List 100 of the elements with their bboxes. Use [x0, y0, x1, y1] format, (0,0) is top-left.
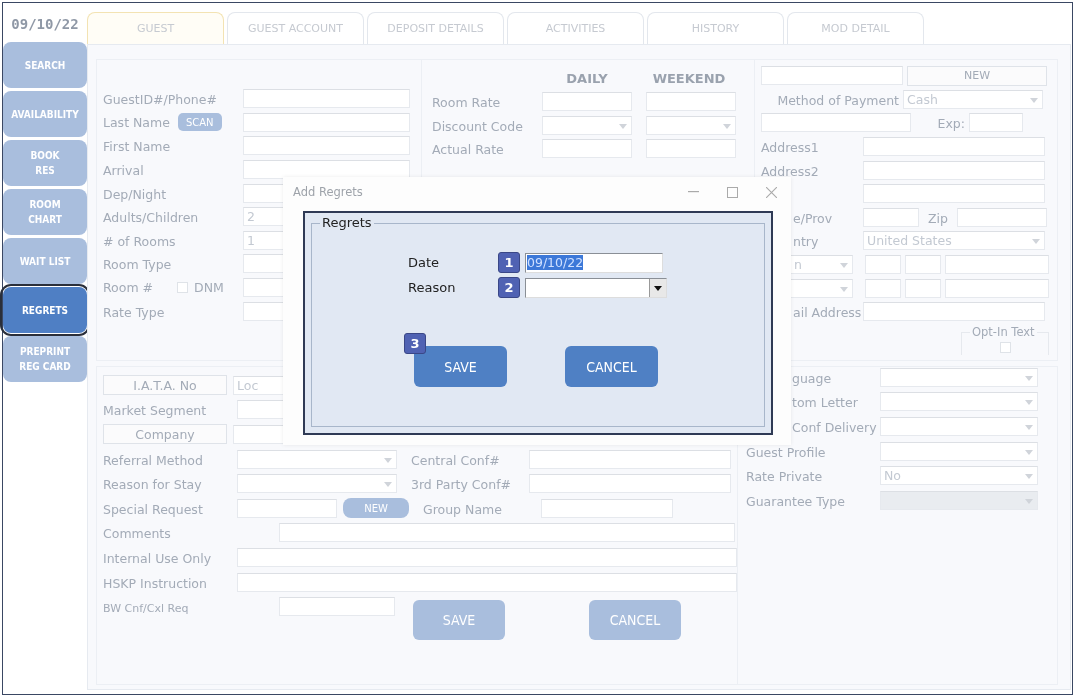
caret-icon	[619, 123, 627, 129]
field-label: Rate Private	[746, 469, 823, 485]
text-field[interactable]	[542, 92, 632, 112]
caret-icon	[840, 286, 848, 292]
sidebar-button[interactable]: AVAILABILITY	[3, 91, 87, 137]
field-label: Room Type	[103, 257, 172, 273]
text-field[interactable]	[863, 137, 1045, 157]
tab[interactable]: MOD DETAIL	[787, 12, 924, 44]
tab[interactable]: HISTORY	[647, 12, 784, 44]
field-label: Discount Code	[432, 118, 523, 134]
dropdown[interactable]: Cash	[903, 89, 1043, 109]
company-button[interactable]: Company	[103, 424, 227, 445]
text-field[interactable]	[865, 255, 901, 275]
text-field[interactable]	[243, 112, 410, 132]
field-label: Referral Method	[103, 452, 203, 468]
field-label: BW Cnf/Cxl Req	[103, 602, 189, 616]
field-label: Guarantee Type	[746, 493, 845, 509]
cancel-button[interactable]: CANCEL	[565, 346, 658, 387]
text-field[interactable]	[945, 255, 1049, 275]
new-button[interactable]: NEW	[907, 65, 1047, 86]
tab[interactable]: ACTIVITIES	[507, 12, 644, 44]
text-field[interactable]	[237, 547, 737, 567]
caret-icon	[384, 457, 392, 463]
text-field[interactable]	[646, 139, 736, 159]
field-label: Dep/Night	[103, 186, 167, 202]
field-label: 3rd Party Conf#	[411, 477, 511, 493]
field-label: ntry	[792, 234, 819, 250]
text-field[interactable]	[905, 278, 941, 298]
text-field[interactable]	[863, 184, 1045, 204]
sidebar-button[interactable]: BOOK RES	[3, 140, 87, 186]
field-label: Reason	[408, 280, 457, 295]
field-label: Arrival	[103, 163, 144, 179]
column-header: DAILY	[565, 70, 609, 86]
cancel-button[interactable]: CANCEL	[589, 599, 681, 640]
save-button[interactable]: SAVE	[413, 599, 505, 640]
text-field[interactable]	[237, 498, 337, 518]
field-label: Room #	[103, 280, 154, 296]
minimize-icon[interactable]	[688, 191, 699, 193]
text-field[interactable]	[863, 207, 919, 227]
field-label: Internal Use Only	[103, 550, 212, 566]
close-icon[interactable]	[766, 186, 777, 198]
text-field[interactable]	[542, 139, 632, 159]
sidebar-button[interactable]: WAIT LIST	[3, 238, 87, 284]
text-field[interactable]	[863, 302, 1045, 322]
text-field[interactable]	[279, 597, 395, 617]
field-label: Zip	[928, 210, 948, 226]
step-badge: 1	[498, 252, 520, 273]
caret-icon	[1025, 375, 1033, 381]
dropdown[interactable]: United States	[863, 231, 1045, 251]
field-label: tom Letter	[791, 395, 858, 411]
text-field[interactable]	[529, 449, 731, 469]
iata-button[interactable]: I.A.T.A. No	[103, 375, 227, 396]
sidebar-button[interactable]: SEARCH	[3, 42, 87, 88]
text-field[interactable]	[761, 66, 903, 86]
text-field[interactable]	[646, 92, 736, 112]
text-field[interactable]	[969, 113, 1023, 133]
field-label: Method of Payment	[777, 92, 899, 108]
checkbox[interactable]	[177, 282, 189, 294]
maximize-icon[interactable]	[727, 186, 738, 198]
field-label: Room Rate	[432, 95, 501, 111]
text-field[interactable]	[865, 278, 901, 298]
field-label: Special Request	[103, 501, 203, 517]
text-field[interactable]	[243, 89, 410, 109]
tab[interactable]: GUEST	[87, 12, 224, 44]
field-label: Guest Profile	[746, 444, 826, 460]
dropdown[interactable]: No	[880, 466, 1038, 486]
text-field[interactable]	[237, 572, 737, 592]
text-field[interactable]	[243, 160, 410, 180]
caret-icon	[1025, 425, 1033, 430]
text-field[interactable]	[863, 160, 1045, 180]
checkbox[interactable]	[999, 341, 1011, 353]
text-field[interactable]	[957, 207, 1047, 227]
field-label: e/Prov	[792, 210, 833, 226]
field-label: Date	[408, 255, 441, 270]
caret-icon	[1030, 97, 1038, 103]
field-label: Rate Type	[103, 304, 165, 320]
caret-icon	[840, 263, 848, 269]
sidebar-button[interactable]: ROOM CHART	[3, 189, 87, 235]
caret-icon	[1025, 498, 1033, 504]
date-field[interactable]: 09/10/22	[525, 252, 663, 273]
step-badge: 3	[404, 333, 426, 354]
field-label: Address1	[761, 140, 819, 156]
text-field[interactable]	[945, 278, 1049, 298]
scan-button[interactable]: SCAN	[177, 113, 222, 132]
tab[interactable]: GUEST ACCOUNT	[227, 12, 364, 44]
text-field[interactable]	[529, 474, 731, 494]
caret-icon	[384, 482, 392, 488]
checkbox-label: DNM	[194, 280, 224, 296]
tab[interactable]: DEPOSIT DETAILS	[367, 12, 504, 44]
field-label: # of Rooms	[103, 233, 176, 249]
sidebar-button[interactable]: REGRETS	[3, 287, 87, 333]
reason-dropdown[interactable]	[525, 277, 667, 298]
new-button[interactable]: NEW	[343, 498, 409, 519]
text-field[interactable]	[761, 113, 911, 133]
text-field[interactable]	[243, 136, 410, 156]
text-field[interactable]	[541, 498, 673, 518]
sidebar-button[interactable]: PREPRINT REG CARD	[3, 336, 87, 382]
field-label: Address2	[761, 163, 819, 179]
text-field[interactable]	[279, 523, 735, 543]
text-field[interactable]	[905, 255, 941, 275]
